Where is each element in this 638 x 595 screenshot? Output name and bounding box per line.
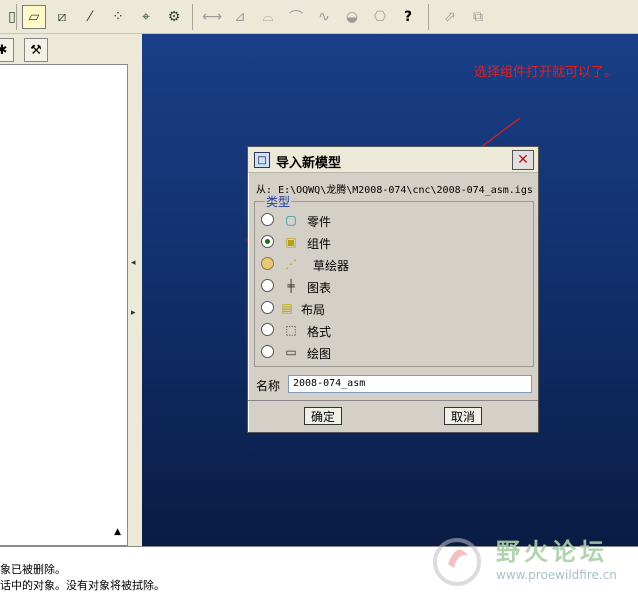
toolbar-button-partial[interactable]: ▯ <box>0 5 24 29</box>
name-label: 名称 <box>256 379 281 393</box>
radio-format[interactable] <box>261 323 274 336</box>
panel-splitter[interactable]: ◂ ▸ <box>128 34 142 546</box>
message-line: 话中的对象。没有对象将被拭除。 <box>0 579 165 592</box>
cancel-button[interactable]: 取消 <box>444 407 482 425</box>
cursor-select-icon[interactable]: ⬀ <box>438 5 462 29</box>
tab-connections[interactable]: ⚒ <box>24 38 48 62</box>
collapse-left-icon[interactable]: ◂ <box>131 258 136 268</box>
toolbar-separator <box>428 4 429 30</box>
type-option-diagram[interactable]: ╪ 图表 <box>261 276 461 296</box>
type-option-format[interactable]: ⬚ 格式 <box>261 320 461 340</box>
expand-right-icon[interactable]: ▸ <box>131 308 136 318</box>
radio-assembly[interactable] <box>261 235 274 248</box>
datum-plane-icon[interactable]: ▱ <box>22 5 46 29</box>
close-icon[interactable]: ✕ <box>512 150 534 170</box>
datum-axis-icon[interactable]: ⁄ <box>78 5 102 29</box>
type-label: 格式 <box>307 325 332 339</box>
datum-point-icon[interactable]: ⁘ <box>106 5 130 29</box>
main-toolbar: ▯ ▱ ⧄ ⁄ ⁘ ⌖ ⚙ ⟷ ⊿ ⌓ ⌒ ∿ ◒ ⎔ ? ⬀ ⧉ <box>0 0 638 34</box>
name-row: 名称 2008-074_asm <box>256 375 534 395</box>
diagram-icon: ╪ <box>287 279 295 293</box>
datum-plane-tool-icon[interactable]: ⧄ <box>50 5 74 29</box>
dialog-window-icon: □ <box>254 152 270 168</box>
graph-icon[interactable]: ∿ <box>312 5 336 29</box>
name-input[interactable]: 2008-074_asm <box>288 375 532 393</box>
dialog-title: 导入新模型 <box>276 156 342 171</box>
type-option-layout[interactable]: ▤ 布局 <box>261 298 461 318</box>
format-icon: ⬚ <box>285 323 297 337</box>
whats-this-help-icon[interactable]: ? <box>396 5 420 29</box>
curvature-icon[interactable]: ⌒ <box>284 5 308 29</box>
reference-icon[interactable]: ⎔ <box>368 5 392 29</box>
navigator-panel: ▲ <box>0 64 128 546</box>
drawing-icon: ▭ <box>285 345 297 359</box>
forum-watermark: 野火论坛 www.proewildfire.cn <box>426 528 634 592</box>
type-group: 类型 ▢ 零件 ▣ 组件 ⋰ 草绘器 ╪ 图表 ▤ 布局 ⬚ 格式 ▭ 绘图 <box>254 193 534 367</box>
toolbar-separator <box>16 4 17 30</box>
toolbar-separator <box>192 4 193 30</box>
model-analysis-icon[interactable]: ⊿ <box>228 5 252 29</box>
dialog-title-bar[interactable]: □ 导入新模型 ✕ <box>248 147 538 173</box>
type-option-sketch[interactable]: ⋰ 草绘器 <box>261 254 461 274</box>
watermark-title: 野火论坛 <box>496 538 608 566</box>
assembly-icon: ▣ <box>285 235 297 249</box>
type-label: 绘图 <box>307 347 332 361</box>
tab-favorites[interactable]: ✱ <box>0 38 14 62</box>
radio-sketch[interactable] <box>261 257 274 270</box>
import-new-model-dialog: □ 导入新模型 ✕ 从: E:\OQWQ\龙腾\M2008-074\cnc\20… <box>247 146 539 433</box>
radio-part[interactable] <box>261 213 274 226</box>
analysis-icon[interactable]: ⚙ <box>162 5 186 29</box>
ok-button[interactable]: 确定 <box>304 407 342 425</box>
radio-drawing[interactable] <box>261 345 274 358</box>
type-option-drawing[interactable]: ▭ 绘图 <box>261 342 461 362</box>
part-icon: ▢ <box>285 213 297 227</box>
type-option-part[interactable]: ▢ 零件 <box>261 210 461 230</box>
annotation-note: 选择组件打开就可以了。 <box>474 65 618 80</box>
type-label: 草绘器 <box>313 259 350 273</box>
connections-icon: ⚒ <box>30 42 42 58</box>
type-label: 组件 <box>307 237 332 251</box>
dialog-divider <box>248 400 538 401</box>
sketch-analysis-icon[interactable]: ⌓ <box>256 5 280 29</box>
sketch-icon: ⋰ <box>285 257 297 271</box>
radio-diagram[interactable] <box>261 279 274 292</box>
measure-icon[interactable]: ⟷ <box>200 5 224 29</box>
surface-analysis-icon[interactable]: ◒ <box>340 5 364 29</box>
type-option-assembly[interactable]: ▣ 组件 <box>261 232 461 252</box>
coordinate-system-icon[interactable]: ⌖ <box>134 5 158 29</box>
watermark-logo-icon <box>433 538 481 586</box>
message-line: 象已被删除。 <box>0 563 66 576</box>
layer-select-icon[interactable]: ⧉ <box>466 5 490 29</box>
type-label: 布局 <box>301 303 326 317</box>
source-path: E:\OQWQ\龙腾\M2008-074\cnc\2008-074_asm.ig… <box>278 185 533 196</box>
watermark-url: www.proewildfire.cn <box>496 568 617 582</box>
navigator-tabs: ✱ ⚒ <box>0 34 140 64</box>
layout-icon: ▤ <box>281 301 293 315</box>
star-icon: ✱ <box>0 42 8 58</box>
type-legend: 类型 <box>265 193 292 210</box>
radio-layout[interactable] <box>261 301 274 314</box>
scroll-up-arrow-icon[interactable]: ▲ <box>114 527 121 537</box>
type-label: 零件 <box>307 215 332 229</box>
type-label: 图表 <box>307 281 332 295</box>
source-path-row: 从: E:\OQWQ\龙腾\M2008-074\cnc\2008-074_asm… <box>256 181 533 196</box>
